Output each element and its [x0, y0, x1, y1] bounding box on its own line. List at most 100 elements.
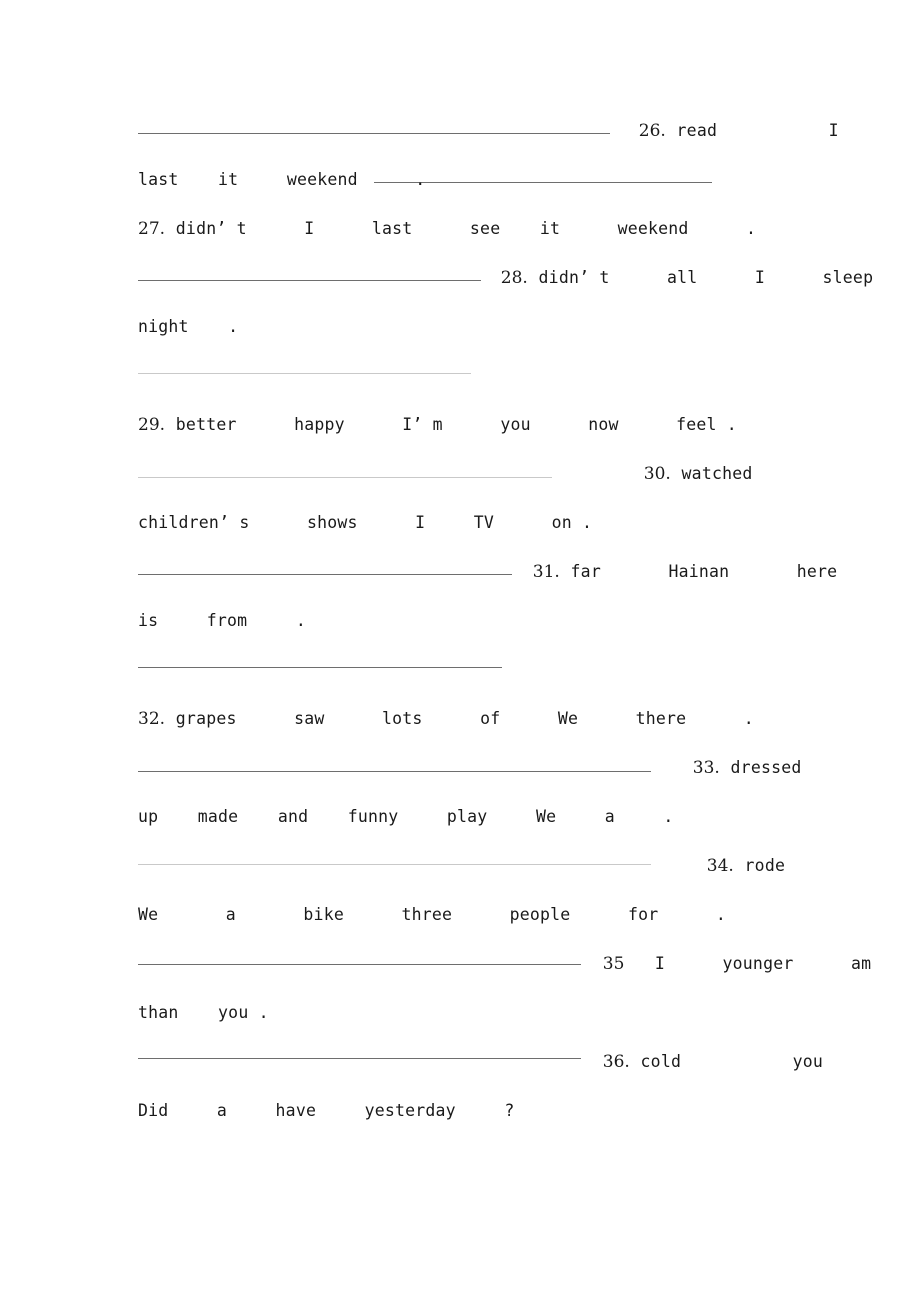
- word-run: children’ s: [138, 513, 250, 532]
- exercise-number-28: 28.: [500, 268, 528, 288]
- word-run: weekend: [286, 170, 358, 189]
- word-run: all: [666, 268, 698, 287]
- word-run: here: [796, 562, 838, 581]
- word-run: .: [663, 807, 674, 826]
- word-run: am: [850, 954, 872, 973]
- word-run: .: [715, 905, 726, 924]
- exercise-number-30: 30.: [643, 464, 671, 484]
- word-run: made: [197, 807, 239, 826]
- word-run: of: [480, 709, 501, 728]
- word-run: a: [604, 807, 615, 826]
- word-run: .: [743, 709, 754, 728]
- word-run: rode: [744, 856, 786, 875]
- word-run: younger: [722, 954, 794, 973]
- word-run: feel .: [676, 415, 737, 434]
- word-run: there: [635, 709, 687, 728]
- word-run: a: [225, 905, 236, 924]
- word-run: is: [138, 611, 159, 630]
- text-line: night .: [138, 302, 782, 351]
- word-run: I: [828, 121, 839, 140]
- word-run: didn’ t: [175, 219, 247, 238]
- text-line: last it weekend .: [138, 155, 782, 204]
- answer-blank-row: [138, 351, 782, 400]
- word-run: ?: [504, 1101, 515, 1120]
- word-run: Hainan: [668, 562, 730, 581]
- word-run: saw: [294, 709, 325, 728]
- word-run: you: [792, 1052, 823, 1071]
- word-run: cold: [640, 1052, 682, 1071]
- word-run: happy: [294, 415, 345, 434]
- word-run: a: [216, 1101, 228, 1120]
- exercise-number-27: 27.: [138, 219, 166, 239]
- word-run: .: [415, 170, 426, 189]
- text-line: 30. watched: [138, 449, 782, 498]
- text-line: 27. didn’ t I last see it weekend .: [138, 204, 782, 253]
- word-run: people: [509, 905, 571, 924]
- exercise-number-33: 33.: [692, 758, 720, 778]
- text-line: 34. rode: [138, 841, 785, 890]
- word-run: you .: [218, 1003, 269, 1022]
- word-run: last: [138, 170, 179, 189]
- worksheet-body: 26. read I last it weekend . 27. didn’ t…: [138, 106, 873, 1135]
- word-run: .: [295, 611, 306, 630]
- word-run: We: [557, 709, 579, 728]
- word-run: shows: [306, 513, 358, 532]
- word-run: far: [570, 562, 601, 581]
- word-run: watched: [681, 464, 753, 483]
- word-run: yesterday: [364, 1101, 456, 1120]
- word-run: night: [138, 317, 189, 336]
- word-run: now: [588, 415, 619, 434]
- text-line: 26. read I: [138, 106, 839, 155]
- text-line: Did a have yesterday ?: [138, 1086, 782, 1135]
- word-run: sleep: [822, 268, 874, 287]
- text-line: 28. didn’ t all I sleep: [138, 253, 873, 302]
- text-line: 29. better happy I’ m you now feel .: [138, 400, 782, 449]
- word-run: I: [415, 513, 426, 532]
- exercise-number-36: 36.: [602, 1052, 630, 1072]
- word-run: it: [218, 170, 239, 189]
- exercise-number-34: 34.: [706, 856, 734, 876]
- word-run: Did: [138, 1101, 169, 1120]
- word-run: it: [539, 219, 561, 238]
- word-run: bike: [303, 905, 344, 924]
- exercise-number-32: 32.: [138, 709, 166, 729]
- word-run: on .: [551, 513, 593, 532]
- word-run: didn’ t: [538, 268, 610, 287]
- text-line: 32. grapes saw lots of We there .: [138, 694, 782, 743]
- word-run: funny: [347, 807, 399, 826]
- word-run: for: [627, 905, 659, 924]
- word-run: .: [228, 317, 239, 336]
- word-run: I: [754, 268, 766, 287]
- word-run: weekend: [617, 219, 689, 238]
- word-run: TV: [473, 513, 495, 532]
- word-run: and: [277, 807, 309, 826]
- word-run: from: [206, 611, 248, 630]
- exercise-number-29: 29.: [138, 415, 166, 435]
- text-line: is from .: [138, 596, 782, 645]
- exercise-number-26: 26.: [638, 121, 666, 141]
- document-page: 26. read I last it weekend . 27. didn’ t…: [0, 0, 920, 1302]
- word-run: last: [371, 219, 413, 238]
- text-line: up made and funny play We a .: [138, 792, 782, 841]
- exercise-number-35: 35: [602, 954, 625, 974]
- word-run: have: [275, 1101, 317, 1120]
- answer-blank-row: [138, 645, 782, 694]
- word-run: than: [138, 1003, 179, 1022]
- word-run: grapes: [175, 709, 237, 728]
- word-run: play: [446, 807, 488, 826]
- word-run: I’ m: [402, 415, 443, 434]
- text-line: 31. far Hainan here: [138, 547, 837, 596]
- text-line: 35 I younger am: [138, 939, 871, 988]
- word-run: I: [654, 954, 666, 973]
- word-run: better: [175, 415, 237, 434]
- word-run: We: [535, 807, 557, 826]
- word-run: dressed: [730, 758, 802, 777]
- text-line: 36. cold you: [138, 1037, 823, 1086]
- word-run: you: [500, 415, 531, 434]
- word-run: three: [401, 905, 453, 924]
- text-line: We a bike three people for .: [138, 890, 782, 939]
- word-run: We: [138, 905, 159, 924]
- text-line: than you .: [138, 988, 782, 1037]
- word-run: I: [304, 219, 315, 238]
- text-line: 33. dressed: [138, 743, 802, 792]
